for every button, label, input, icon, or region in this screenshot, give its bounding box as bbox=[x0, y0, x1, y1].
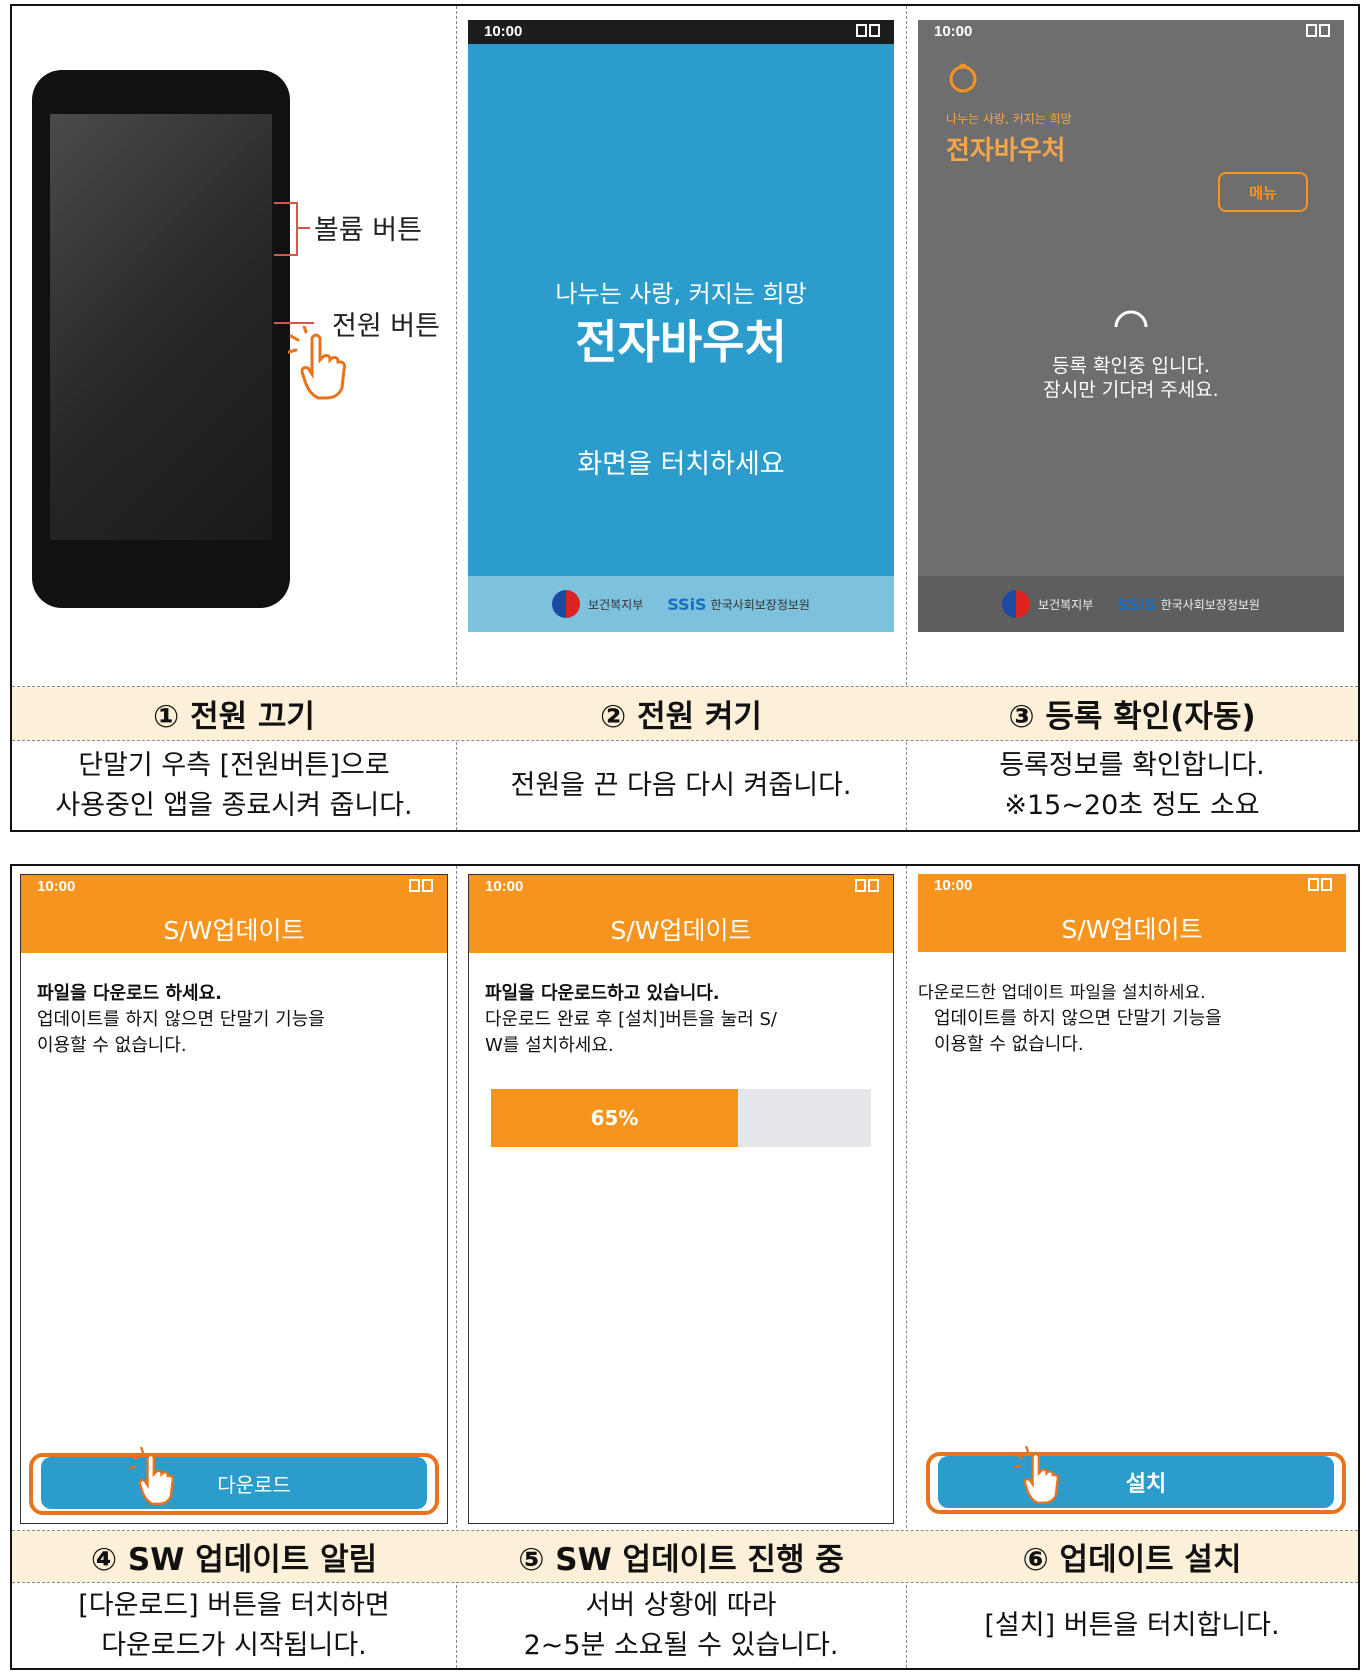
ssis-name: 한국사회보장정보원 bbox=[1160, 597, 1260, 612]
ssis-logo: SSiS bbox=[667, 594, 707, 614]
step4-screen: 10:00 S/W업데이트 파일을 다운로드 하세요. 업데이트를 하지 않으면… bbox=[20, 874, 448, 1524]
power-leader bbox=[274, 322, 314, 324]
step5-description: 서버 상황에 따라 2~5분 소요될 수 있습니다. bbox=[523, 1589, 839, 1661]
status-bar: 10:00 bbox=[21, 875, 447, 899]
status-icons bbox=[1306, 878, 1334, 894]
screen-body: 업데이트를 하지 않으면 단말기 기능을 이용할 수 없습니다. bbox=[934, 1008, 1222, 1055]
heart-logo-icon bbox=[949, 63, 977, 93]
ministry-name: 보건복지부 bbox=[588, 597, 644, 612]
slogan: 나누는 사랑, 커지는 희망 bbox=[555, 280, 807, 308]
screen-heading: 파일을 다운로드하고 있습니다. bbox=[485, 983, 720, 1004]
steps-panel-top: 볼륨 버튼 전원 버튼 10:00 나누는 사랑, 커지는 희망 전자바우처 화… bbox=[10, 4, 1360, 832]
status-bar: 10:00 bbox=[918, 20, 1344, 44]
status-bar: 10:00 bbox=[469, 875, 893, 899]
screen-heading: 파일을 다운로드 하세요. bbox=[37, 983, 222, 1004]
status-bar: 10:00 bbox=[468, 20, 894, 44]
progress-label: 65% bbox=[590, 1106, 639, 1130]
step1-description: 단말기 우측 [전원버튼]으로 사용중인 앱을 종료시켜 줍니다. bbox=[55, 749, 413, 821]
touch-prompt[interactable]: 화면을 터치하세요 bbox=[468, 442, 894, 481]
screen-title: S/W업데이트 bbox=[610, 916, 752, 945]
status-icons bbox=[854, 24, 882, 40]
step2-description: 전원을 끈 다음 다시 켜줍니다. bbox=[510, 769, 852, 801]
step6-title: ⑥ 업데이트 설치 bbox=[1022, 1542, 1242, 1578]
screen-title: S/W업데이트 bbox=[163, 916, 305, 945]
footer-logos: 보건복지부 SSiS 한국사회보장정보원 bbox=[918, 576, 1344, 632]
step5-screen: 10:00 S/W업데이트 파일을 다운로드하고 있습니다. 다운로드 완료 후… bbox=[468, 874, 894, 1524]
status-bar: 10:00 bbox=[918, 874, 1346, 898]
step5-title: ⑤ SW 업데이트 진행 중 bbox=[518, 1542, 844, 1578]
ssis-logo: SSiS bbox=[1117, 594, 1157, 614]
volume-leader bbox=[296, 227, 310, 229]
status-time: 10:00 bbox=[484, 23, 523, 40]
screen-body: 다운로드 완료 후 [설치]버튼을 눌러 S/ W를 설치하세요. bbox=[485, 1009, 777, 1056]
volume-bracket bbox=[274, 202, 298, 256]
ssis-name: 한국사회보장정보원 bbox=[710, 597, 810, 612]
step1-title: ① 전원 끄기 bbox=[153, 699, 315, 735]
hand-pointer-icon bbox=[288, 326, 346, 400]
loading-spinner-icon bbox=[1114, 310, 1148, 328]
status-icons bbox=[853, 879, 881, 895]
download-button[interactable]: 다운로드 bbox=[41, 1457, 427, 1509]
install-button[interactable]: 설치 bbox=[938, 1456, 1334, 1508]
government-emblem-icon bbox=[1002, 590, 1031, 618]
footer-logos: 보건복지부 SSiS 한국사회보장정보원 bbox=[468, 576, 894, 632]
screen-header: 10:00 S/W업데이트 bbox=[469, 875, 893, 953]
menu-button[interactable]: 메뉴 bbox=[1218, 172, 1308, 212]
phone-screen bbox=[50, 114, 272, 540]
step4-title: ④ SW 업데이트 알림 bbox=[90, 1542, 378, 1578]
step2-title: ② 전원 켜기 bbox=[600, 699, 762, 735]
status-icons bbox=[407, 879, 435, 895]
status-message: 등록 확인중 입니다. 잠시만 기다려 주세요. bbox=[1043, 355, 1219, 401]
volume-button-label: 볼륨 버튼 bbox=[314, 215, 422, 246]
screen-header: 10:00 S/W업데이트 bbox=[918, 874, 1346, 952]
hand-pointer-icon bbox=[1014, 1445, 1059, 1504]
step2-screen: 10:00 나누는 사랑, 커지는 희망 전자바우처 화면을 터치하세요 보건복… bbox=[468, 20, 894, 632]
steps-panel-bottom: 10:00 S/W업데이트 파일을 다운로드 하세요. 업데이트를 하지 않으면… bbox=[10, 864, 1360, 1670]
status-time: 10:00 bbox=[934, 877, 973, 894]
screen-heading: 다운로드한 업데이트 파일을 설치하세요. bbox=[918, 983, 1206, 1003]
hand-pointer-icon bbox=[129, 1446, 174, 1505]
screen-header: 10:00 S/W업데이트 bbox=[21, 875, 447, 953]
progress-bar: 65% bbox=[491, 1089, 871, 1147]
screen-body: 업데이트를 하지 않으면 단말기 기능을 이용할 수 없습니다. bbox=[37, 1009, 325, 1056]
step3-description: 등록정보를 확인합니다. ※15~20초 정도 소요 bbox=[999, 749, 1265, 821]
government-emblem-icon bbox=[552, 590, 581, 618]
app-name: 전자바우처 bbox=[575, 315, 787, 369]
app-name: 전자바우처 bbox=[946, 136, 1066, 166]
status-time: 10:00 bbox=[934, 23, 973, 40]
step1-image: 볼륨 버튼 전원 버튼 bbox=[12, 6, 456, 686]
step6-description: [설치] 버튼을 터치합니다. bbox=[984, 1609, 1280, 1641]
install-button-label: 설치 bbox=[1125, 1472, 1167, 1497]
step3-screen: 10:00 나누는 사랑, 커지는 희망 전자바우처 메뉴 등록 확인중 입니다… bbox=[918, 20, 1344, 632]
download-button-label: 다운로드 bbox=[217, 1472, 291, 1497]
ministry-name: 보건복지부 bbox=[1038, 597, 1094, 612]
status-time: 10:00 bbox=[485, 878, 524, 895]
step6-screen: 10:00 S/W업데이트 다운로드한 업데이트 파일을 설치하세요. 업데이트… bbox=[918, 874, 1346, 1524]
screen-title: S/W업데이트 bbox=[1061, 915, 1203, 944]
status-time: 10:00 bbox=[37, 878, 76, 895]
slogan: 나누는 사랑, 커지는 희망 bbox=[946, 112, 1072, 126]
status-icons bbox=[1304, 24, 1332, 40]
step3-title: ③ 등록 확인(자동) bbox=[1008, 699, 1256, 735]
step4-description: [다운로드] 버튼을 터치하면 다운로드가 시작됩니다. bbox=[78, 1589, 390, 1661]
